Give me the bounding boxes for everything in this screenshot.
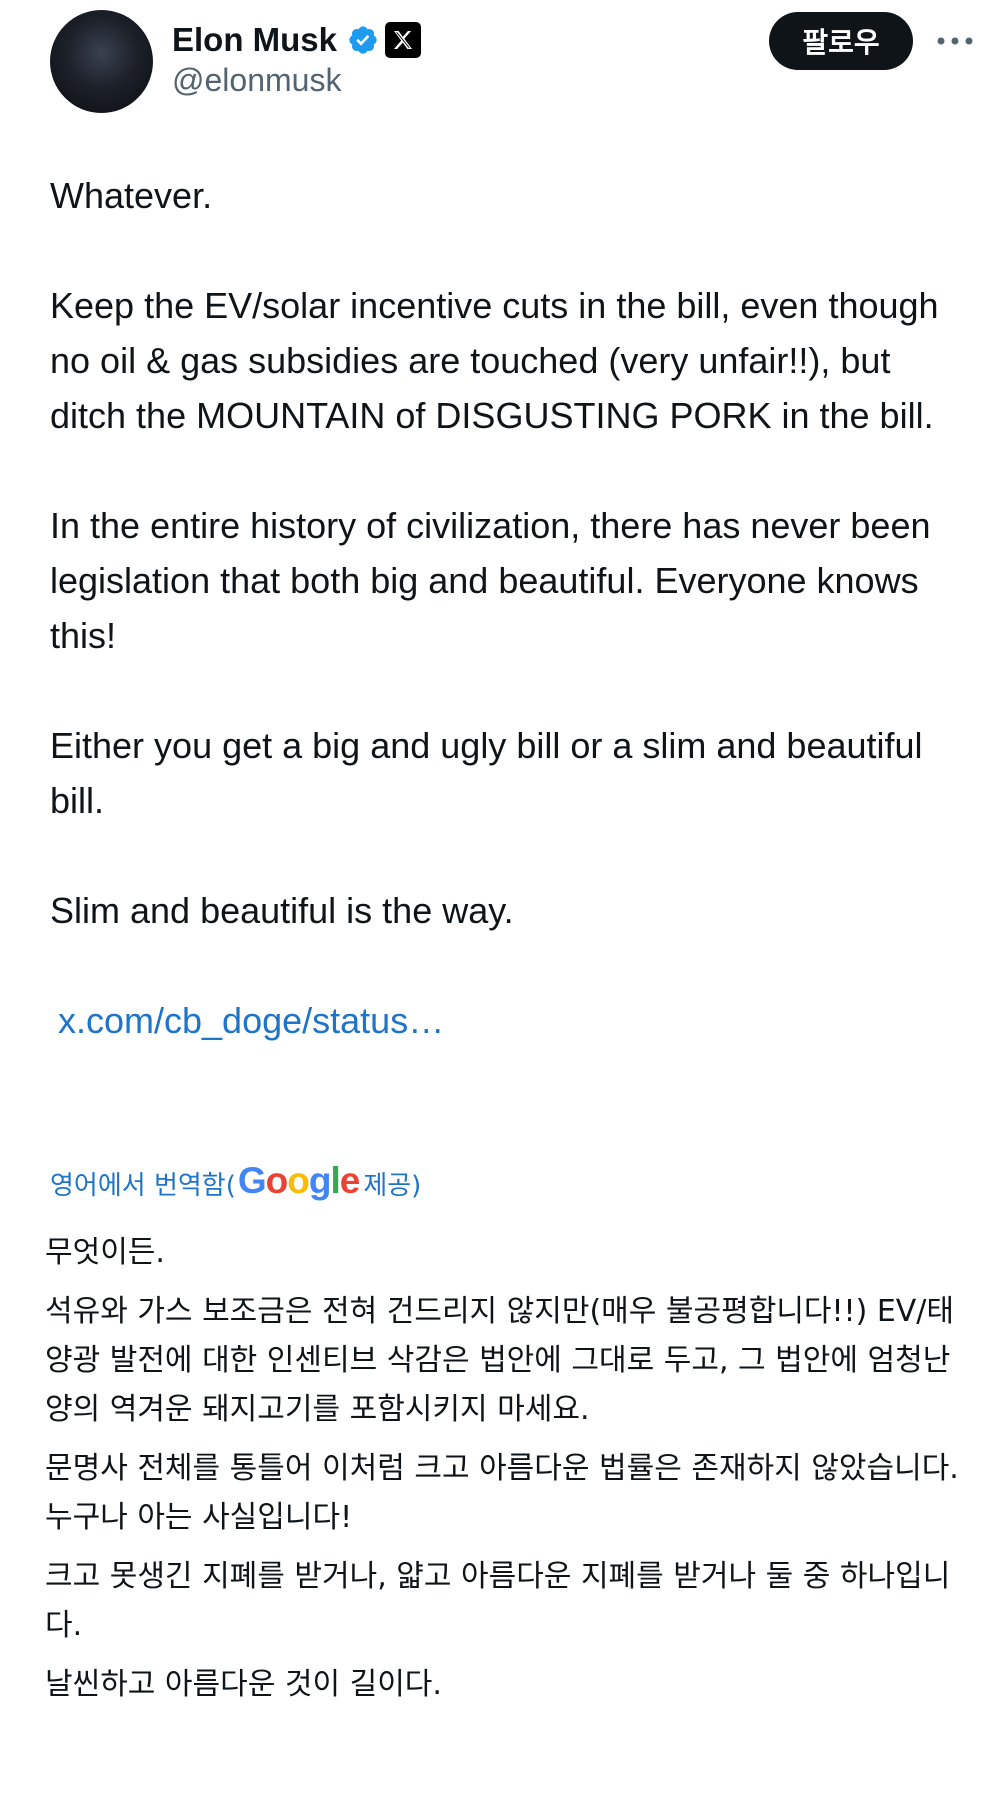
translation-label-prefix: 영어에서 번역함(	[50, 1170, 236, 1201]
translated-paragraph: 무엇이든.	[45, 1235, 165, 1270]
translated-paragraph: 문명사 전체를 통틀어 이처럼 크고 아름다운 법률은 존재하지 않았습니다. …	[45, 1451, 959, 1535]
verified-badge-icon	[349, 26, 377, 54]
tweet-paragraph: Slim and beautiful is the way.	[50, 890, 514, 931]
tweet-paragraph: In the entire history of civilization, t…	[50, 505, 931, 656]
avatar[interactable]	[50, 10, 153, 113]
tweet-paragraph: Either you get a big and ugly bill or a …	[50, 725, 923, 821]
translated-paragraph: 날씬하고 아름다운 것이 길이다.	[45, 1667, 442, 1702]
author-handle[interactable]: @elonmusk	[172, 62, 341, 99]
follow-button[interactable]: 팔로우	[769, 12, 913, 70]
tweet-link-row: x.com/cb_doge/status…	[50, 993, 970, 1048]
translation-label-suffix: 제공)	[363, 1170, 422, 1201]
x-logo-icon	[385, 22, 422, 58]
translated-paragraph: 크고 못생긴 지폐를 받거나, 얇고 아름다운 지폐를 받거나 둘 중 하나입니…	[45, 1559, 951, 1643]
author-display-name[interactable]: Elon Musk	[172, 21, 337, 59]
tweet-link[interactable]: x.com/cb_doge/status…	[50, 1000, 444, 1041]
tweet-paragraph: Keep the EV/solar incentive cuts in the …	[50, 285, 939, 436]
author-name-row: Elon Musk	[172, 18, 422, 62]
tweet-header: Elon Musk @elonmusk 팔로우	[0, 0, 1000, 130]
tweet-paragraph: Whatever.	[50, 175, 213, 216]
google-logo: Google	[237, 1160, 360, 1201]
tweet-text: Whatever. Keep the EV/solar incentive cu…	[50, 168, 970, 1103]
translated-text: 무엇이든. 석유와 가스 보조금은 전혀 건드리지 않지만(매우 불공평합니다!…	[45, 1228, 975, 1719]
translated-paragraph: 석유와 가스 보조금은 전혀 건드리지 않지만(매우 불공평합니다!!) EV/…	[45, 1294, 954, 1427]
translation-attribution[interactable]: 영어에서 번역함( Google 제공)	[50, 1160, 421, 1206]
more-dots-icon[interactable]	[935, 28, 975, 54]
